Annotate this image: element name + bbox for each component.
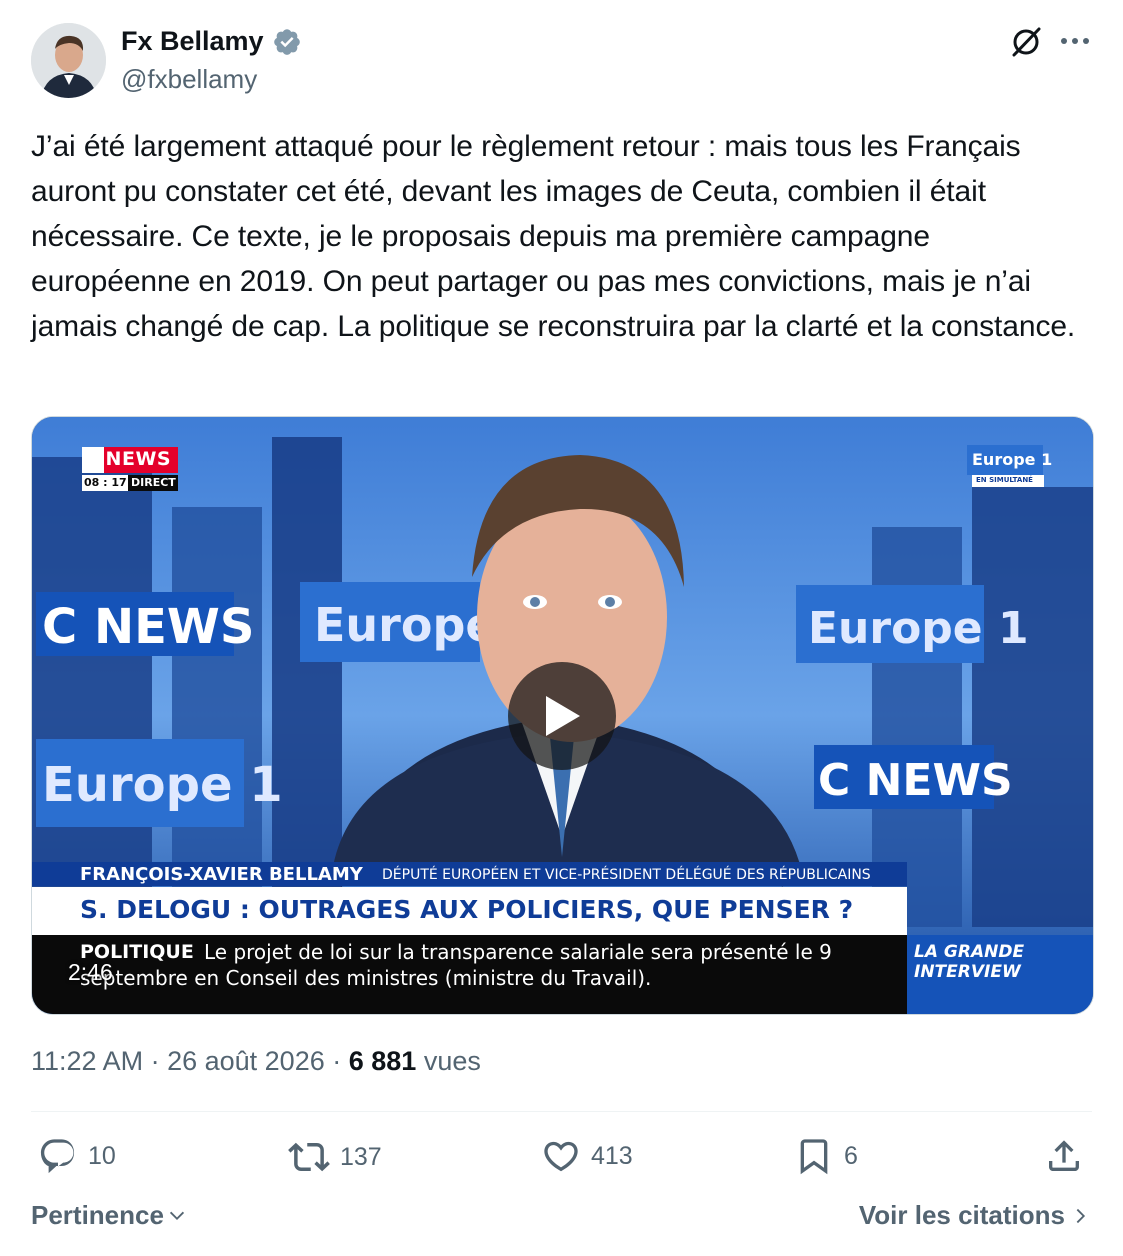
headline: S. DELOGU : OUTRAGES AUX POLICIERS, QUE … [80,895,854,924]
ticker-line-1: Le projet de loi sur la transparence sal… [204,940,832,964]
meta-separator-2: · [324,1046,349,1076]
heart-icon [544,1141,578,1172]
divider [31,1111,1092,1112]
like-count: 413 [591,1141,633,1170]
repost-icon [288,1142,330,1172]
sort-label: Pertinence [31,1200,164,1230]
cnews-logo-text: C NEWS [84,448,172,470]
reply-button[interactable]: 10 [38,1136,116,1176]
views-label: vues [423,1046,481,1076]
chevron-down-icon [169,1211,185,1220]
overlay-direct: DIRECT [131,476,176,489]
guest-name: FRANÇOIS-XAVIER BELLAMY [80,864,363,885]
more-options-icon[interactable] [1057,26,1093,56]
tweet-date[interactable]: 26 août 2026 [167,1046,325,1076]
bookmark-icon [800,1139,828,1175]
bg-wall-europe-2: Europe 1 [808,603,1029,654]
europe1-logo-text: Europe 1 [972,450,1053,469]
bookmark-count: 6 [844,1141,858,1170]
meta-separator-1: · [143,1046,168,1076]
chevron-right-icon [1076,1208,1086,1223]
quotes-label: Voir les citations [858,1200,1065,1230]
europe1-sub-text: EN SIMULTANÉ [976,476,1033,484]
bg-wall-europe-3: Europe 1 [42,757,283,813]
video-duration: 2:46 [68,959,113,985]
play-button[interactable] [508,662,616,770]
play-icon [546,696,580,736]
video-player[interactable]: C NEWS Europe 1 Europe 1 Europe 1 C NEWS [31,416,1094,1015]
repost-button[interactable]: 137 [288,1136,382,1178]
share-button[interactable] [1044,1136,1084,1176]
bg-wall-cnews-1: C NEWS [42,599,254,655]
author-handle[interactable]: @fxbellamy [121,64,257,95]
author-name-row[interactable]: Fx Bellamy [121,26,302,57]
view-quotes-link[interactable]: Voir les citations [859,1200,1089,1231]
avatar[interactable] [31,23,106,98]
repost-count: 137 [340,1142,382,1171]
tweet-text: J’ai été largement attaqué pour le règle… [31,130,1076,343]
bookmark-button[interactable]: 6 [794,1136,858,1176]
tweet-meta: 11:22 AM · 26 août 2026 · 6 881 vues [31,1046,481,1077]
author-display-name[interactable]: Fx Bellamy [121,26,264,57]
tweet-time[interactable]: 11:22 AM [31,1046,143,1076]
share-icon [1049,1140,1079,1171]
ticker-line-2: septembre en Conseil des ministres (mini… [80,966,652,990]
show-name: LA GRANDE INTERVIEW [914,942,1025,982]
overlay-time: 08 : 17 [84,476,127,489]
guest-title: DÉPUTÉ EUROPÉEN ET VICE-PRÉSIDENT DÉLÉGU… [382,867,871,883]
sort-dropdown[interactable]: Pertinence [31,1200,188,1231]
like-button[interactable]: 413 [541,1136,633,1176]
reply-icon [40,1139,75,1174]
verified-badge-icon [272,27,302,57]
bg-wall-cnews-2: C NEWS [818,755,1013,806]
reply-count: 10 [88,1141,116,1170]
views-count: 6 881 [348,1046,417,1076]
grok-icon[interactable] [1006,22,1046,62]
avatar-image [31,23,106,98]
